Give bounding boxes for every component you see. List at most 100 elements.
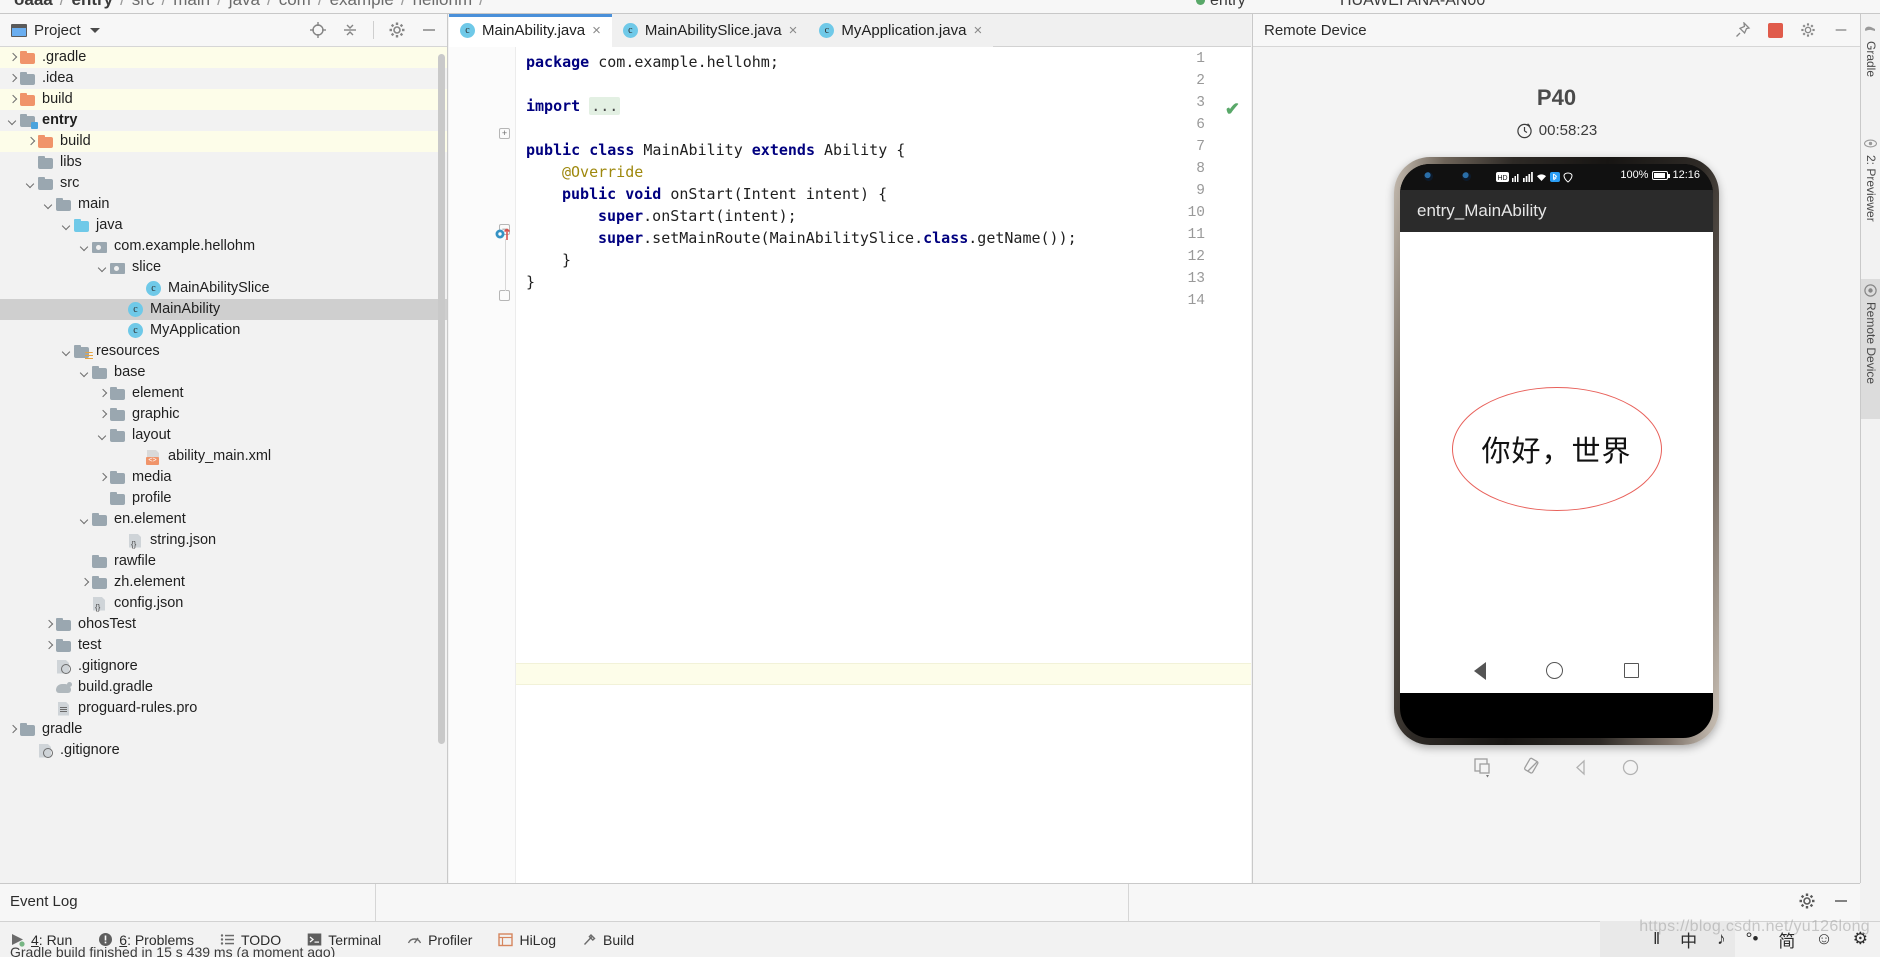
project-tree-scrollbar[interactable] [438, 54, 445, 744]
tree-item[interactable]: config.json [0, 593, 447, 614]
breadcrumb-item[interactable]: java [229, 0, 260, 9]
code-line[interactable]: public class MainAbility extends Ability… [526, 139, 905, 161]
tool-strip-gradle[interactable]: Gradle [1861, 18, 1880, 77]
tree-item[interactable]: element [0, 383, 447, 404]
chevron-down-icon[interactable] [96, 261, 109, 274]
inspection-ok-icon[interactable]: ✔ [1225, 99, 1240, 120]
ime-tray[interactable]: ‖ 中 ♪ °• 简 ☺ ⚙ [1550, 921, 1880, 957]
tree-item[interactable]: layout [0, 425, 447, 446]
tool-strip-previewer[interactable]: 2: Previewer [1861, 132, 1880, 222]
chevron-down-icon[interactable] [6, 114, 19, 127]
device-screen[interactable]: HD 100% 12:16 entry_MainAbility 你好，世界 [1400, 164, 1713, 738]
tree-item[interactable]: .gradle [0, 47, 447, 68]
ime-item[interactable]: ♪ [1717, 929, 1726, 949]
tree-item[interactable]: com.example.hellohm [0, 236, 447, 257]
rotate-icon[interactable] [1522, 757, 1543, 778]
back-button-icon[interactable] [1474, 661, 1487, 680]
breadcrumb-tab-entry[interactable]: entry [1196, 0, 1246, 13]
status-bar-item-profiler[interactable]: Profiler [407, 932, 472, 948]
tree-item[interactable]: MyApplication [0, 320, 447, 341]
ime-item[interactable]: °• [1746, 929, 1759, 949]
code-line[interactable]: } [526, 249, 571, 271]
chevron-right-icon[interactable] [96, 408, 109, 421]
code-line[interactable]: } [526, 271, 535, 293]
tree-item[interactable]: zh.element [0, 572, 447, 593]
tree-item[interactable]: libs [0, 152, 447, 173]
tree-item[interactable]: base [0, 362, 447, 383]
chevron-right-icon[interactable] [42, 618, 55, 631]
tree-item[interactable]: proguard-rules.pro [0, 698, 447, 719]
breadcrumb-item[interactable]: oaaa [14, 0, 53, 9]
editor-tab[interactable]: c MainAbility.java × [449, 14, 612, 47]
tree-item[interactable]: profile [0, 488, 447, 509]
screenshot-icon[interactable] [1473, 757, 1494, 778]
tree-item[interactable]: .gitignore [0, 656, 447, 677]
device-app-content[interactable]: 你好，世界 [1400, 232, 1713, 693]
tree-item[interactable]: build [0, 89, 447, 110]
tree-item[interactable]: en.element [0, 509, 447, 530]
editor-tab[interactable]: c MainAbilitySlice.java × [611, 14, 809, 47]
gear-icon[interactable] [388, 21, 406, 39]
chevron-right-icon[interactable] [96, 387, 109, 400]
tree-item[interactable]: ability_main.xml [0, 446, 447, 467]
chevron-down-icon[interactable] [60, 345, 73, 358]
code-area[interactable]: 1 2 3 6 7 8 9 10 11 12 13 14 + − package com.exampl… [449, 47, 1251, 883]
recents-button-icon[interactable] [1623, 663, 1639, 678]
tree-item[interactable]: entry [0, 110, 447, 131]
code-line[interactable]: public void onStart(Intent intent) { [526, 183, 887, 205]
tree-item[interactable]: graphic [0, 404, 447, 425]
tree-item[interactable]: main [0, 194, 447, 215]
tree-item[interactable]: gradle [0, 719, 447, 740]
gear-icon[interactable] [1798, 892, 1816, 910]
tree-item[interactable]: resources [0, 341, 447, 362]
breadcrumb-item[interactable]: entry [71, 0, 113, 9]
ime-item[interactable]: ⚙ [1853, 929, 1868, 949]
tree-item[interactable]: MainAbility [0, 299, 447, 320]
editor-gutter[interactable] [449, 47, 516, 883]
breadcrumb-item[interactable]: src [132, 0, 155, 9]
breadcrumb-item[interactable]: example [330, 0, 394, 9]
close-icon[interactable]: × [973, 23, 982, 38]
breadcrumb-tab-device[interactable]: HUAWEI ANA-AN00 [1340, 0, 1485, 13]
chevron-down-icon[interactable] [89, 27, 100, 33]
tool-strip-remote-device[interactable]: Remote Device [1861, 279, 1880, 419]
chevron-down-icon[interactable] [96, 429, 109, 442]
pin-icon[interactable] [1735, 21, 1751, 38]
tree-item[interactable]: .gitignore [0, 740, 447, 761]
target-icon[interactable] [309, 21, 327, 39]
chevron-right-icon[interactable] [42, 639, 55, 652]
code-line[interactable]: package com.example.hellohm; [526, 51, 779, 73]
code-line[interactable]: @Override [526, 161, 643, 183]
close-icon[interactable]: × [592, 23, 601, 38]
collapse-all-icon[interactable] [341, 21, 359, 39]
chevron-down-icon[interactable] [78, 513, 91, 526]
chevron-right-icon[interactable] [78, 576, 91, 589]
tree-item[interactable]: java [0, 215, 447, 236]
run-gutter-icon[interactable] [494, 224, 514, 244]
code-line[interactable]: super.onStart(intent); [526, 205, 797, 227]
breadcrumb-item[interactable]: main [173, 0, 210, 9]
tree-item[interactable]: build [0, 131, 447, 152]
minimize-icon[interactable] [1832, 892, 1850, 910]
ime-item[interactable]: ☺ [1815, 929, 1832, 949]
chevron-down-icon[interactable] [78, 240, 91, 253]
breadcrumb-item[interactable]: com [279, 0, 311, 9]
fold-expand-icon[interactable]: + [499, 128, 510, 139]
event-log-label[interactable]: Event Log [10, 893, 78, 910]
stop-icon[interactable] [1768, 22, 1783, 38]
tree-item[interactable]: string.json [0, 530, 447, 551]
chevron-right-icon[interactable] [6, 51, 19, 64]
ime-item[interactable]: 中 [1680, 927, 1697, 952]
ime-item[interactable]: 简 [1778, 927, 1795, 952]
fold-end-icon[interactable] [499, 290, 510, 301]
tree-item[interactable]: media [0, 467, 447, 488]
chevron-right-icon[interactable] [96, 471, 109, 484]
chevron-right-icon[interactable] [6, 723, 19, 736]
code-text[interactable]: package com.example.hellohm; import ... pu… [516, 47, 1251, 883]
home-icon[interactable] [1620, 757, 1641, 778]
tree-item[interactable]: test [0, 635, 447, 656]
home-button-icon[interactable] [1546, 662, 1564, 679]
breadcrumb-item[interactable]: hellohm [413, 0, 473, 9]
tree-item[interactable]: slice [0, 257, 447, 278]
tree-item[interactable]: .idea [0, 68, 447, 89]
